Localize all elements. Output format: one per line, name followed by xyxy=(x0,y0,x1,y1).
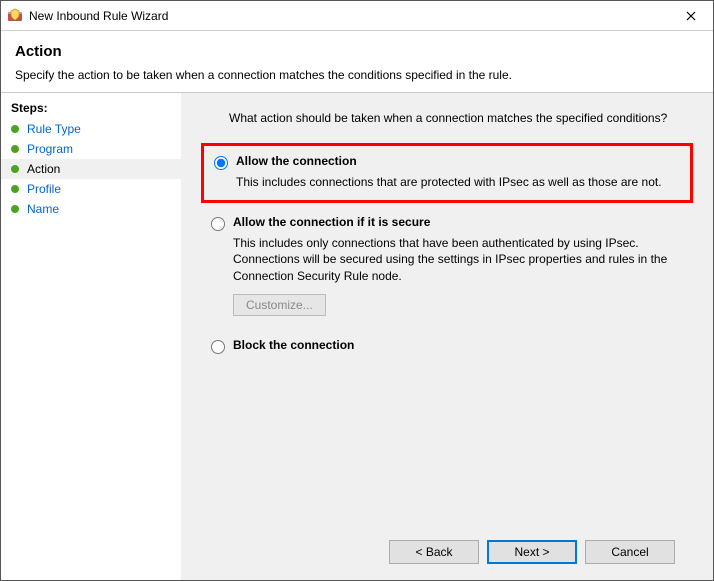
page-subtitle: Specify the action to be taken when a co… xyxy=(15,68,699,82)
close-button[interactable] xyxy=(669,1,713,31)
option-allow-secure-label: Allow the connection if it is secure xyxy=(233,215,430,229)
step-program[interactable]: Program xyxy=(1,139,181,159)
steps-sidebar: Steps: Rule Type Program Action Profile … xyxy=(1,93,181,580)
option-allow: Allow the connection This includes conne… xyxy=(201,143,693,203)
bullet-icon xyxy=(11,125,19,133)
step-label: Rule Type xyxy=(27,122,81,136)
content-prompt: What action should be taken when a conne… xyxy=(229,111,693,125)
step-label: Program xyxy=(27,142,73,156)
step-name[interactable]: Name xyxy=(1,199,181,219)
option-allow-row[interactable]: Allow the connection xyxy=(214,154,680,170)
wizard-content: What action should be taken when a conne… xyxy=(181,93,713,580)
radio-allow-secure[interactable] xyxy=(211,217,225,231)
bullet-icon xyxy=(11,165,19,173)
steps-heading: Steps: xyxy=(1,101,181,119)
option-allow-label: Allow the connection xyxy=(236,154,357,168)
next-button[interactable]: Next > xyxy=(487,540,577,564)
option-allow-desc: This includes connections that are prote… xyxy=(236,174,680,190)
option-allow-secure: Allow the connection if it is secure Thi… xyxy=(201,207,693,326)
bullet-icon xyxy=(11,205,19,213)
radio-block[interactable] xyxy=(211,340,225,354)
option-block-row[interactable]: Block the connection xyxy=(211,338,683,354)
window-title: New Inbound Rule Wizard xyxy=(29,9,669,23)
step-label: Profile xyxy=(27,182,61,196)
back-button[interactable]: < Back xyxy=(389,540,479,564)
option-allow-secure-row[interactable]: Allow the connection if it is secure xyxy=(211,215,683,231)
step-rule-type[interactable]: Rule Type xyxy=(1,119,181,139)
step-profile[interactable]: Profile xyxy=(1,179,181,199)
page-title: Action xyxy=(15,43,699,60)
radio-allow[interactable] xyxy=(214,156,228,170)
step-action[interactable]: Action xyxy=(1,159,181,179)
cancel-button[interactable]: Cancel xyxy=(585,540,675,564)
option-allow-secure-desc: This includes only connections that have… xyxy=(233,235,683,284)
bullet-icon xyxy=(11,145,19,153)
titlebar: New Inbound Rule Wizard xyxy=(1,1,713,31)
option-block-label: Block the connection xyxy=(233,338,354,352)
step-label: Action xyxy=(27,162,60,176)
wizard-footer: < Back Next > Cancel xyxy=(201,526,693,580)
step-label: Name xyxy=(27,202,59,216)
firewall-icon xyxy=(7,8,23,24)
wizard-header: Action Specify the action to be taken wh… xyxy=(1,31,713,92)
bullet-icon xyxy=(11,185,19,193)
customize-button: Customize... xyxy=(233,294,326,316)
option-block: Block the connection xyxy=(201,330,693,364)
